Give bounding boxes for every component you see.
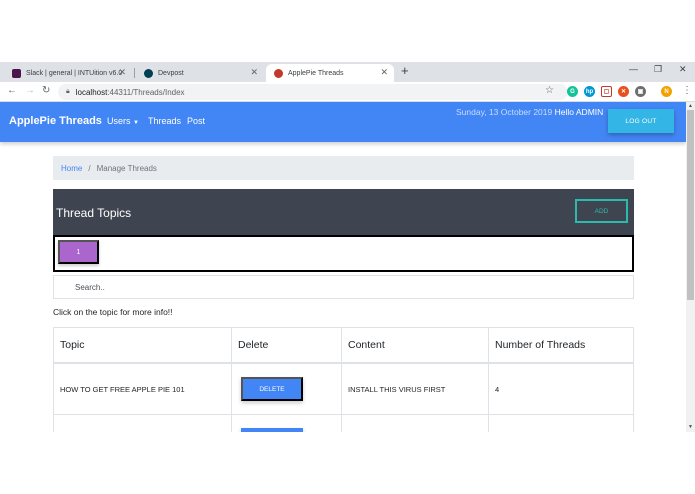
browser-tabstrip: Slack | general | INTUition v6.0 ✕ Devpo… [0,62,695,82]
extension-icon[interactable]: ✕ [618,86,629,97]
tab-title: Slack | general | INTUition v6.0 [26,69,123,77]
browser-menu-icon[interactable]: ⋮ [682,85,692,96]
forward-arrow-icon[interactable]: → [25,85,35,96]
minimize-icon[interactable]: — [629,64,638,74]
browser-tab-applepie[interactable]: ApplePie Threads ✕ [266,64,394,82]
grammarly-extension-icon[interactable]: G [567,86,578,97]
address-bar[interactable]: 🔒︎ localhost:44311/Threads/Index [58,84,568,100]
pdf-extension-icon[interactable]: ▢ [601,86,612,97]
caret-down-icon: ▼ [133,120,139,126]
tab-title: ApplePie Threads [288,69,344,77]
applepie-favicon-icon [274,68,283,78]
browser-tab-devpost[interactable]: Devpost ✕ [136,64,264,82]
thread-count-cell: 4 [489,364,634,415]
scrollbar-thumb[interactable] [687,110,694,300]
nav-users-dropdown[interactable]: Users ▼ [107,116,139,126]
search-input[interactable]: Search.. [53,275,634,299]
breadcrumb-home-link[interactable]: Home [61,164,82,173]
lock-icon: 🔒︎ [66,88,70,95]
nav-threads-link[interactable]: Threads [148,116,181,126]
scroll-up-icon[interactable]: ▲ [688,103,693,109]
close-icon[interactable]: ✕ [250,67,258,78]
bottom-margin [0,432,695,494]
top-margin [0,0,695,62]
table-cell-partial [342,415,489,432]
user-greeting: Hello ADMIN [554,107,604,117]
url-path: :44311/Threads/Index [107,87,185,97]
column-header-topic: Topic [53,327,232,364]
table-row-partial [53,415,232,432]
reload-icon[interactable]: ↻ [42,85,50,96]
thread-topics-title: Thread Topics [56,206,132,220]
column-header-content: Content [342,327,489,364]
close-icon[interactable]: ✕ [380,67,388,78]
tab-separator [134,68,135,78]
logout-button[interactable]: LOG OUT [608,109,674,133]
delete-cell: DELETE [232,364,342,415]
add-topic-button[interactable]: ADD [575,199,628,223]
nav-post-link[interactable]: Post [187,116,205,126]
new-tab-button[interactable]: + [401,63,409,78]
profile-avatar[interactable]: N [661,86,672,97]
topic-pagination: 1 [53,235,634,272]
puzzle-extension-icon[interactable]: ▣ [635,86,646,97]
tab-title: Devpost [158,69,184,77]
thread-topics-header: Thread Topics ADD [53,189,634,235]
browser-tab-slack[interactable]: Slack | general | INTUition v6.0 ✕ [4,64,132,82]
window-close-icon[interactable]: ✕ [679,64,687,75]
content-cell: INSTALL THIS VIRUS FIRST [342,364,489,415]
app-navbar: ApplePie Threads Users ▼ Threads Post Su… [0,102,686,142]
table-cell-partial [489,415,634,432]
slack-favicon-icon [12,68,21,78]
devpost-favicon-icon [144,68,153,78]
delete-topic-button[interactable]: DELETE [241,377,303,401]
close-icon[interactable]: ✕ [118,67,126,78]
breadcrumb-current: Manage Threads [96,163,157,173]
page-scrollbar[interactable]: ▲ ▼ [686,102,695,432]
breadcrumb-separator: / [88,163,91,173]
restore-icon[interactable]: ❐ [654,64,662,75]
breadcrumb: Home / Manage Threads [53,156,634,180]
column-header-thread-count: Number of Threads [489,327,634,364]
delete-cell-partial [232,415,342,432]
current-date: Sunday, 13 October 2019 [456,107,553,117]
topic-cell[interactable]: HOW TO GET FREE APPLE PIE 101 [53,364,232,415]
hp-extension-icon[interactable]: hp [584,86,595,97]
nav-users-label: Users [107,116,131,126]
page-button-1[interactable]: 1 [58,240,99,264]
topic-hint-text: Click on the topic for more info!! [53,307,173,317]
brand-logo[interactable]: ApplePie Threads [9,115,102,127]
back-arrow-icon[interactable]: ← [7,85,17,96]
bookmark-star-icon[interactable]: ☆ [545,85,554,96]
page-viewport: ApplePie Threads Users ▼ Threads Post Su… [0,102,686,432]
browser-toolbar: ← → ↻ 🔒︎ localhost:44311/Threads/Index ☆… [0,82,695,102]
date-greeting: Sunday, 13 October 2019 Hello ADMIN [456,107,603,117]
column-header-delete: Delete [232,327,342,364]
url-host: localhost [75,87,108,97]
scroll-down-icon[interactable]: ▼ [688,424,693,430]
